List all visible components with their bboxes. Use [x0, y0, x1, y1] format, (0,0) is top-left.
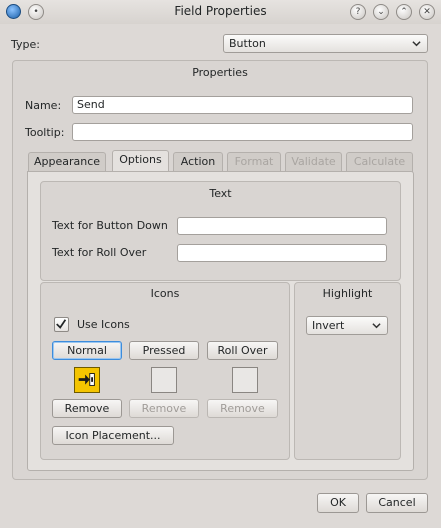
type-select[interactable]: Button [223, 34, 428, 53]
rollover-icon-preview [232, 367, 258, 393]
highlight-section-title: Highlight [322, 287, 373, 300]
send-icon [78, 373, 95, 386]
question-icon: ? [355, 7, 361, 17]
tab-label: Options [119, 153, 162, 166]
minimize-button[interactable]: ⌄ [373, 4, 389, 20]
tab-label: Appearance [33, 155, 101, 168]
tab-validate: Validate [285, 152, 342, 172]
type-label: Type: [11, 38, 40, 51]
tooltip-field[interactable] [72, 123, 413, 141]
normal-icon-button[interactable]: Normal [52, 341, 122, 360]
remove-rollover-button: Remove [207, 399, 278, 418]
close-button[interactable]: ✕ [419, 4, 435, 20]
roll-over-label: Text for Roll Over [52, 246, 147, 259]
pressed-icon-preview [151, 367, 177, 393]
roll-over-field[interactable] [177, 244, 387, 262]
resize-handle-icon[interactable] [435, 260, 439, 268]
name-field[interactable]: Send [72, 96, 413, 114]
close-icon: ✕ [423, 7, 431, 17]
tab-label: Action [180, 155, 216, 168]
maximize-button[interactable]: ⌃ [396, 4, 412, 20]
text-section-title: Text [209, 187, 232, 200]
tab-label: Format [234, 155, 274, 168]
cancel-button[interactable]: Cancel [366, 493, 428, 513]
chevron-down-icon [372, 323, 381, 329]
tab-action[interactable]: Action [173, 152, 223, 172]
button-down-label: Text for Button Down [52, 219, 168, 232]
chevron-down-icon [412, 41, 421, 47]
highlight-select-value: Invert [312, 319, 345, 332]
chevron-up-icon: ⌃ [400, 7, 408, 17]
tab-appearance[interactable]: Appearance [28, 152, 106, 172]
remove-pressed-button: Remove [129, 399, 199, 418]
icon-placement-button[interactable]: Icon Placement... [52, 426, 174, 445]
ok-button[interactable]: OK [317, 493, 359, 513]
rollover-icon-button[interactable]: Roll Over [207, 341, 278, 360]
help-button[interactable]: ? [350, 4, 366, 20]
tab-label: Calculate [353, 155, 406, 168]
use-icons-label: Use Icons [77, 318, 130, 331]
highlight-select[interactable]: Invert [306, 316, 388, 335]
tab-options[interactable]: Options [112, 150, 169, 172]
button-down-field[interactable] [177, 217, 387, 235]
normal-icon-preview [74, 367, 100, 393]
tab-calculate: Calculate [346, 152, 413, 172]
chevron-down-icon: ⌄ [377, 7, 385, 17]
type-select-value: Button [229, 37, 266, 50]
pressed-icon-button[interactable]: Pressed [129, 341, 199, 360]
tab-label: Validate [291, 155, 336, 168]
use-icons-checkbox[interactable] [54, 317, 69, 332]
icons-section-title: Icons [150, 287, 180, 300]
tooltip-label: Tooltip: [25, 126, 65, 139]
highlight-frame [294, 282, 401, 460]
properties-title: Properties [192, 66, 248, 79]
remove-normal-button[interactable]: Remove [52, 399, 122, 418]
checkmark-icon [56, 319, 67, 329]
name-label: Name: [25, 99, 62, 112]
tab-format: Format [227, 152, 281, 172]
